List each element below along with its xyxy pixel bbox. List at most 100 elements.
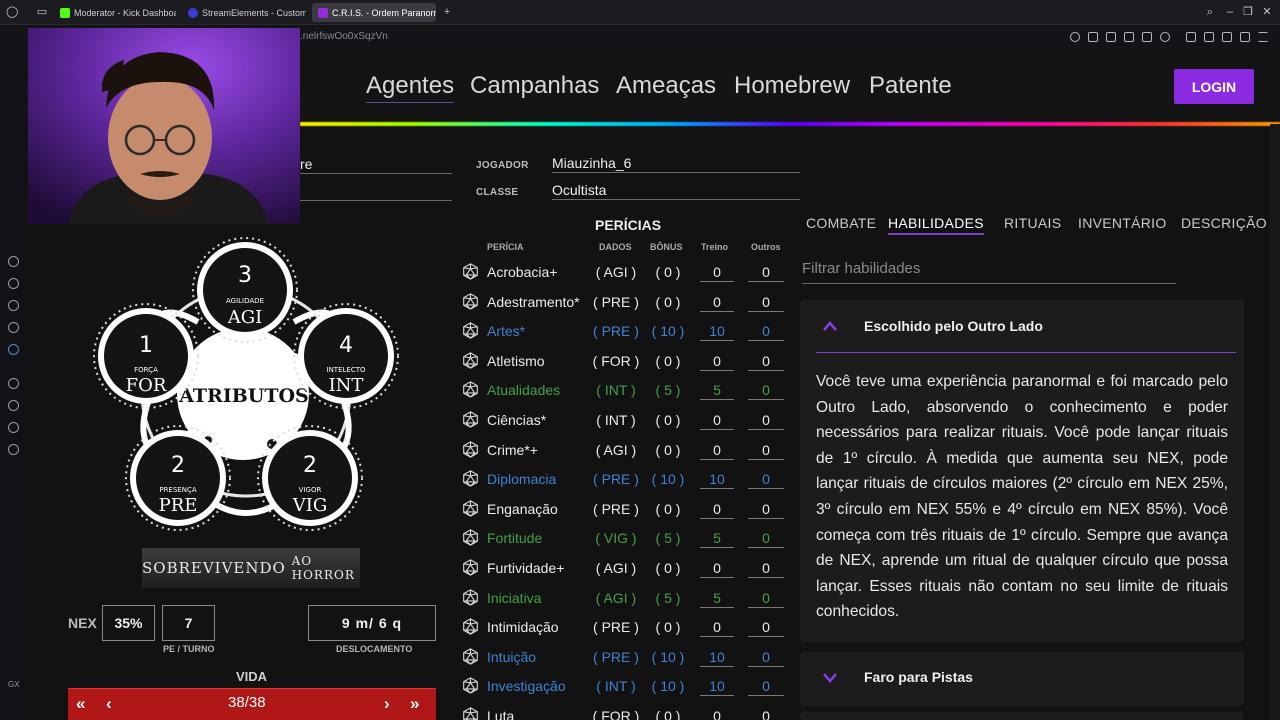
heart-icon[interactable]	[1160, 32, 1170, 42]
chevron-up-icon[interactable]	[822, 320, 838, 332]
gx-icon[interactable]: GX	[8, 680, 20, 691]
history-icon[interactable]	[8, 400, 19, 411]
skill-attribute[interactable]: ( PRE )	[592, 648, 640, 666]
d20-roll-icon[interactable]	[462, 529, 479, 546]
player-icon[interactable]	[8, 378, 19, 389]
skill-outros-input[interactable]: 0	[748, 500, 784, 519]
skill-name[interactable]: Luta	[487, 707, 514, 720]
skill-attribute[interactable]: ( FOR )	[592, 352, 640, 370]
d20-roll-icon[interactable]	[462, 293, 479, 310]
vida-increase-button[interactable]: ›	[384, 694, 390, 714]
d20-roll-icon[interactable]	[462, 441, 479, 458]
skill-name[interactable]: Intimidação	[487, 618, 559, 636]
skill-attribute[interactable]: ( VIG )	[592, 529, 640, 547]
ability-title[interactable]: Faro para Pistas	[864, 669, 973, 685]
new-tab-button[interactable]: +	[441, 6, 453, 18]
filter-abilities-input[interactable]: Filtrar habilidades	[802, 260, 1176, 284]
skill-name[interactable]: Furtividade+	[487, 559, 564, 577]
skill-treino-input[interactable]: 0	[700, 707, 734, 720]
skill-treino-input[interactable]: 10	[700, 648, 734, 667]
chevron-down-icon[interactable]	[822, 671, 838, 683]
skill-outros-input[interactable]: 0	[748, 322, 784, 341]
skill-outros-input[interactable]: 0	[748, 263, 784, 282]
skill-name[interactable]: Iniciativa	[487, 589, 541, 607]
vida-decrease-5-button[interactable]: «	[76, 694, 85, 714]
skill-name[interactable]: Adestramento*	[487, 293, 580, 311]
attribute-value[interactable]: 4	[339, 333, 353, 358]
d20-roll-icon[interactable]	[462, 559, 479, 576]
skill-outros-input[interactable]: 0	[748, 381, 784, 400]
extension-d-icon[interactable]	[1186, 32, 1196, 42]
skill-name[interactable]: Acrobacia+	[487, 263, 557, 281]
skill-treino-input[interactable]: 0	[700, 293, 734, 312]
page-scrollbar[interactable]	[1270, 124, 1280, 720]
vida-decrease-button[interactable]: ‹	[106, 694, 112, 714]
search-icon[interactable]: ⌕	[1204, 6, 1216, 18]
nav-agentes[interactable]: Agentes	[366, 72, 455, 103]
skill-name[interactable]: Diplomacia	[487, 470, 556, 488]
d20-roll-icon[interactable]	[462, 618, 479, 635]
shield-icon[interactable]	[1124, 32, 1134, 42]
skill-attribute[interactable]: ( PRE )	[592, 618, 640, 636]
attribute-agi[interactable]: 3 AGILIDADE AGI	[192, 237, 298, 343]
nav-campanhas[interactable]: Campanhas	[470, 72, 599, 100]
d20-roll-icon[interactable]	[462, 589, 479, 606]
tab-kick[interactable]: Moderator - Kick Dashboa	[54, 3, 176, 22]
skill-name[interactable]: Artes*	[487, 322, 525, 340]
tab-combate[interactable]: COMBATE	[806, 215, 876, 231]
attribute-value[interactable]: 3	[238, 263, 252, 288]
skill-outros-input[interactable]: 0	[748, 618, 784, 637]
workspaces-icon[interactable]: ▭	[36, 6, 48, 18]
attribute-int[interactable]: 4 INTELECTO INT	[293, 303, 399, 409]
skill-attribute[interactable]: ( AGI )	[592, 263, 640, 281]
skill-attribute[interactable]: ( AGI )	[592, 589, 640, 607]
attribute-value[interactable]: 2	[303, 453, 317, 478]
skill-outros-input[interactable]: 0	[748, 707, 784, 720]
url-text[interactable]: .nelrfswOo0xSqzVn	[300, 31, 388, 42]
skill-name[interactable]: Crime*+	[487, 441, 538, 459]
download-icon[interactable]	[1142, 32, 1152, 42]
skill-outros-input[interactable]: 0	[748, 648, 784, 667]
deslocamento-field[interactable]: 9 m/ 6 q	[308, 605, 436, 641]
restore-icon[interactable]: ❐	[1242, 6, 1254, 18]
extension-icon[interactable]	[1240, 32, 1250, 42]
skill-treino-input[interactable]: 5	[700, 529, 734, 548]
tab-inventario[interactable]: INVENTÁRIO	[1078, 215, 1167, 231]
skill-outros-input[interactable]: 0	[748, 589, 784, 608]
attribute-value[interactable]: 2	[171, 453, 185, 478]
extensions-icon[interactable]	[8, 422, 19, 433]
skill-treino-input[interactable]: 5	[700, 381, 734, 400]
whatsapp-icon[interactable]	[8, 278, 19, 289]
classe-field[interactable]: Ocultista	[552, 182, 800, 200]
settings-icon[interactable]	[8, 256, 19, 267]
instagram-icon[interactable]	[8, 300, 19, 311]
snapshot-icon[interactable]	[1106, 32, 1116, 42]
attribute-value[interactable]: 1	[139, 333, 153, 358]
skill-attribute[interactable]: ( PRE )	[592, 500, 640, 518]
nex-field[interactable]: 35%	[102, 605, 155, 641]
skill-outros-input[interactable]: 0	[748, 529, 784, 548]
d20-roll-icon[interactable]	[462, 352, 479, 369]
skill-name[interactable]: Atualidades	[487, 381, 560, 399]
skill-name[interactable]: Enganação	[487, 500, 558, 518]
character-name-field[interactable]: re	[300, 156, 452, 174]
skill-treino-input[interactable]: 0	[700, 263, 734, 282]
skill-treino-input[interactable]: 0	[700, 618, 734, 637]
skill-treino-input[interactable]: 10	[700, 470, 734, 489]
tab-streamelements[interactable]: StreamElements - Custom	[182, 3, 306, 22]
pe-turno-field[interactable]: 7	[162, 605, 215, 641]
pin-icon[interactable]	[1088, 32, 1098, 42]
nav-homebrew[interactable]: Homebrew	[734, 72, 850, 100]
minimize-icon[interactable]: –	[1224, 6, 1236, 18]
skill-name[interactable]: Investigação	[487, 677, 566, 695]
skill-treino-input[interactable]: 5	[700, 589, 734, 608]
nav-ameacas[interactable]: Ameaças	[616, 72, 716, 100]
skill-name[interactable]: Fortitude	[487, 529, 542, 547]
d20-roll-icon[interactable]	[462, 707, 479, 720]
skill-treino-input[interactable]: 10	[700, 677, 734, 696]
skill-outros-input[interactable]: 0	[748, 293, 784, 312]
skill-outros-input[interactable]: 0	[748, 411, 784, 430]
d20-roll-icon[interactable]	[462, 411, 479, 428]
d20-roll-icon[interactable]	[462, 322, 479, 339]
skill-attribute[interactable]: ( AGI )	[592, 559, 640, 577]
